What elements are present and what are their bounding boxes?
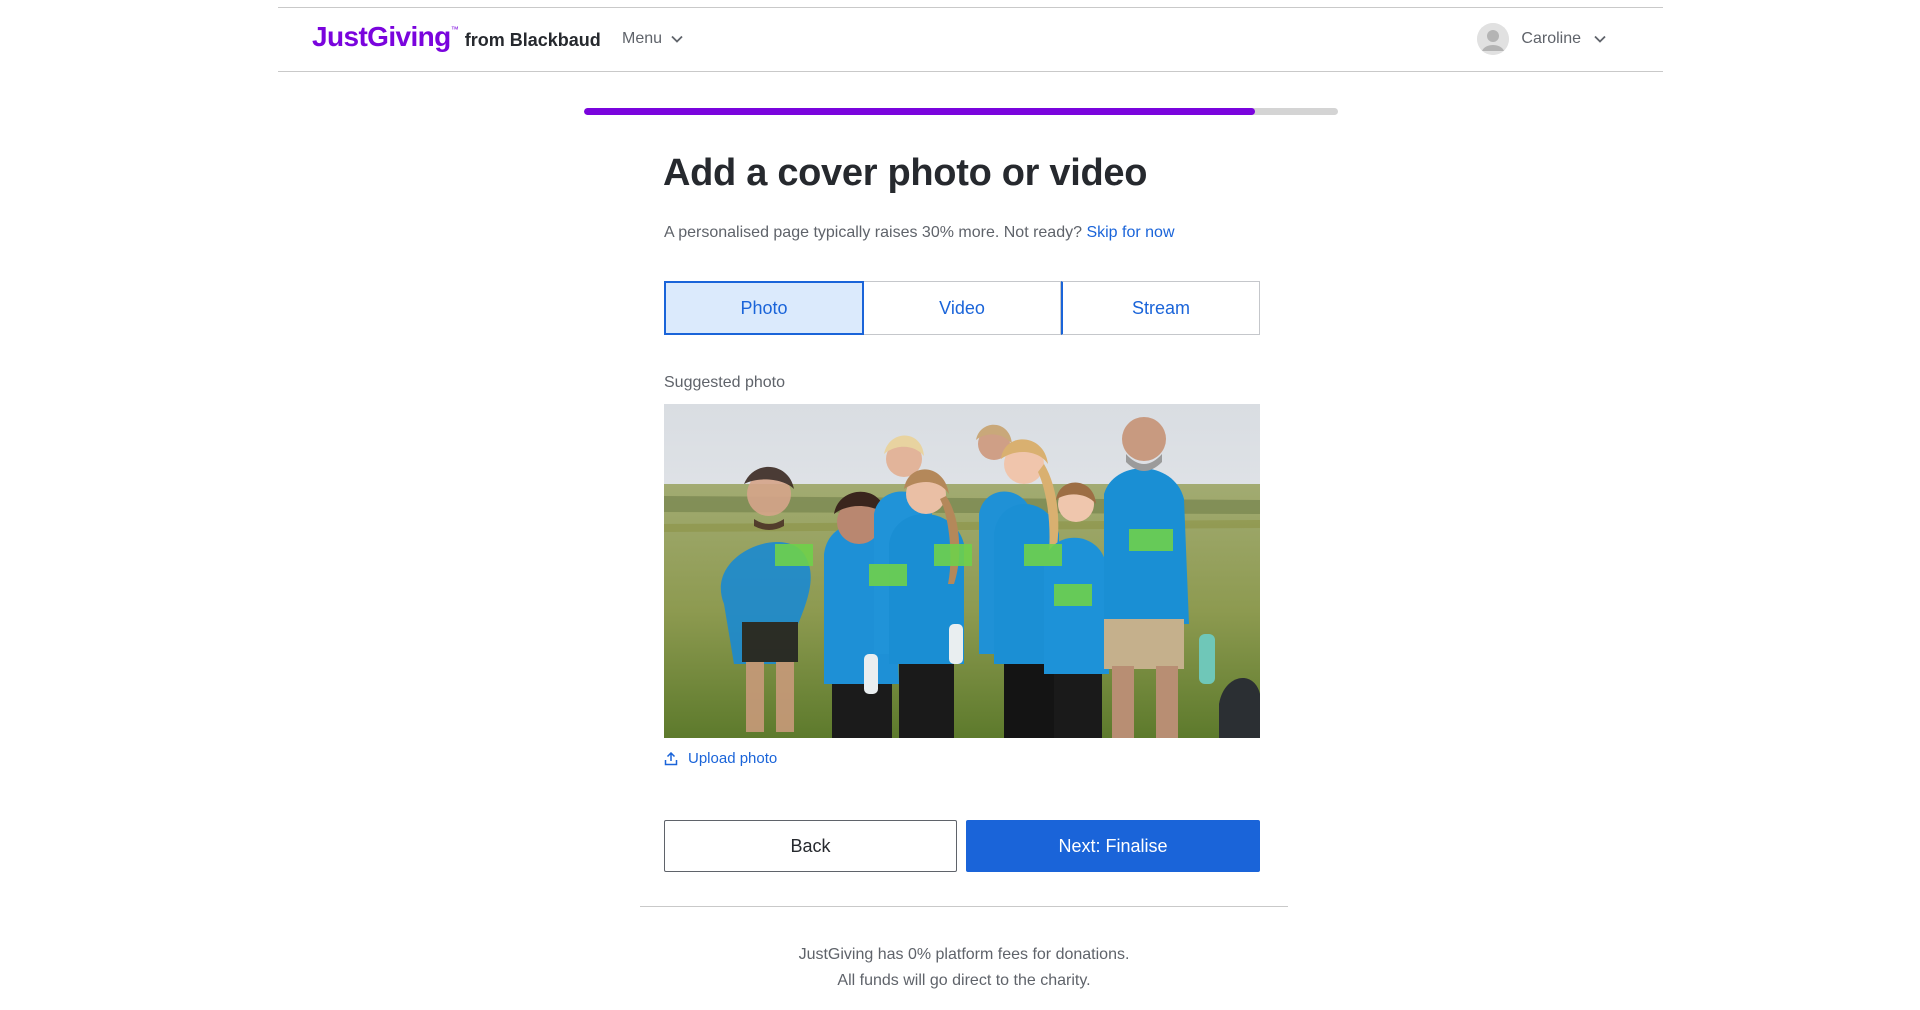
logo-subtitle: from Blackbaud xyxy=(464,30,601,50)
back-button[interactable]: Back xyxy=(664,820,957,872)
skip-link[interactable]: Skip for now xyxy=(1086,224,1174,241)
progress-fill xyxy=(584,108,1256,115)
footer-line-1: JustGiving has 0% platform fees for dona… xyxy=(798,946,1130,963)
logo-wordmark: JustGiving xyxy=(312,21,451,52)
menu-label: Menu xyxy=(622,30,663,47)
next-finalise-button[interactable]: Next: Finalise xyxy=(966,820,1260,872)
user-name: Caroline xyxy=(1521,30,1581,47)
user-menu[interactable]: Caroline xyxy=(1477,23,1607,55)
suggested-photo xyxy=(664,404,1260,738)
tab-video[interactable]: Video xyxy=(864,281,1061,335)
tab-photo[interactable]: Photo xyxy=(664,281,864,335)
tab-stream[interactable]: Stream xyxy=(1061,281,1260,335)
subtitle-text: A personalised page typically raises 30%… xyxy=(664,224,1082,241)
upload-label: Upload photo xyxy=(688,750,778,767)
page-title: Add a cover photo or video xyxy=(663,152,1148,194)
group-photo-image xyxy=(664,404,1260,738)
page: JustGiving ™ from Blackbaud Menu Carolin… xyxy=(0,0,1920,1010)
suggested-photo-label: Suggested photo xyxy=(664,374,785,391)
progress-bar xyxy=(584,108,1338,115)
justgiving-logo[interactable]: JustGiving ™ from Blackbaud xyxy=(312,21,601,53)
avatar-icon xyxy=(1477,23,1510,55)
logo-trademark: ™ xyxy=(450,25,459,34)
footer-line-2: All funds will go direct to the charity. xyxy=(837,972,1091,989)
footer-divider xyxy=(640,906,1288,907)
chevron-down-icon xyxy=(1594,35,1606,43)
page-subtitle: A personalised page typically raises 30%… xyxy=(664,224,1175,242)
media-type-tabs: Photo Video Stream xyxy=(664,281,1260,335)
upload-photo-link[interactable]: Upload photo xyxy=(664,750,777,767)
footer-note: JustGiving has 0% platform fees for dona… xyxy=(640,942,1288,994)
upload-icon xyxy=(664,751,678,765)
chevron-down-icon xyxy=(671,35,683,43)
site-header: JustGiving ™ from Blackbaud Menu Carolin… xyxy=(278,8,1663,72)
menu-dropdown[interactable]: Menu xyxy=(622,30,684,48)
